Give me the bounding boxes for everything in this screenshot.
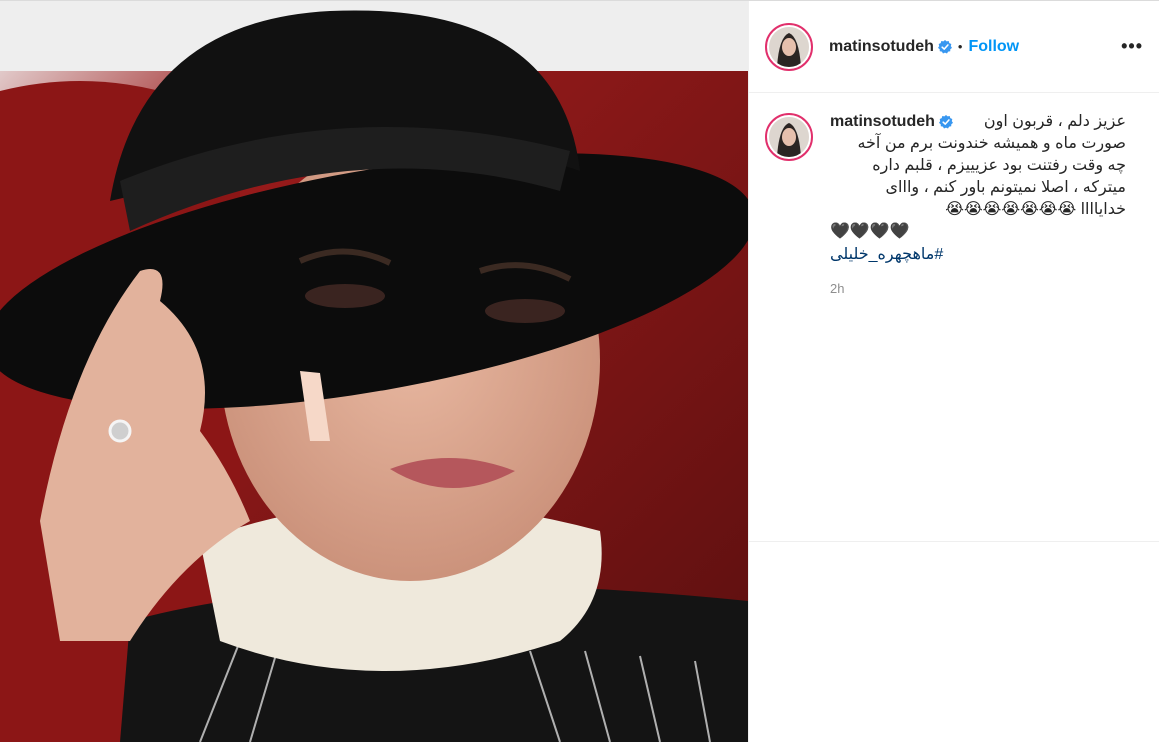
verified-badge-icon	[937, 39, 952, 53]
caption-line-1: عزیز دلم ، قربون اون	[983, 113, 1126, 130]
caption-line-4: میترکه ، اصلا نمیتونم باور کنم ، وااای	[885, 179, 1126, 196]
post-photo-image	[0, 1, 748, 742]
caption-line-3: چه وقت رفتنت بود عزیییزم ، قلبم داره	[872, 157, 1126, 174]
instagram-post: matinsotudeh • Follow ••• matinsotudeh ع…	[0, 0, 1159, 742]
caption-hashtag[interactable]: #ماهچهره_خلیلی	[830, 243, 1126, 267]
follow-button[interactable]: Follow	[968, 38, 1019, 56]
caption-line-2: صورت ماه و همیشه خندونت برم من آخه	[857, 135, 1126, 152]
caption-body: matinsotudeh عزیز دلم ، قربون اون صورت م…	[830, 111, 1126, 296]
header-username[interactable]: matinsotudeh	[829, 38, 934, 56]
more-options-icon[interactable]: •••	[1121, 36, 1143, 57]
caption-avatar	[769, 117, 809, 157]
post-photo[interactable]	[0, 1, 748, 742]
post-header: matinsotudeh • Follow •••	[749, 1, 1159, 93]
caption-line-6: 🖤🖤🖤🖤	[830, 223, 910, 240]
post-side-panel: matinsotudeh • Follow ••• matinsotudeh ع…	[748, 1, 1159, 742]
verified-badge-icon	[938, 115, 953, 129]
avatar	[769, 26, 809, 67]
caption-avatar-ring[interactable]	[765, 113, 813, 161]
separator-dot: •	[957, 39, 963, 54]
caption-line-5: خدایاااا 😭😭😭😭😭😭😭	[945, 201, 1126, 218]
avatar-story-ring[interactable]	[765, 22, 813, 71]
caption-comment: matinsotudeh عزیز دلم ، قربون اون صورت م…	[749, 93, 1159, 296]
panel-divider	[749, 541, 1159, 542]
caption-username[interactable]: matinsotudeh	[830, 111, 935, 133]
post-timestamp[interactable]: 2h	[830, 281, 1126, 296]
